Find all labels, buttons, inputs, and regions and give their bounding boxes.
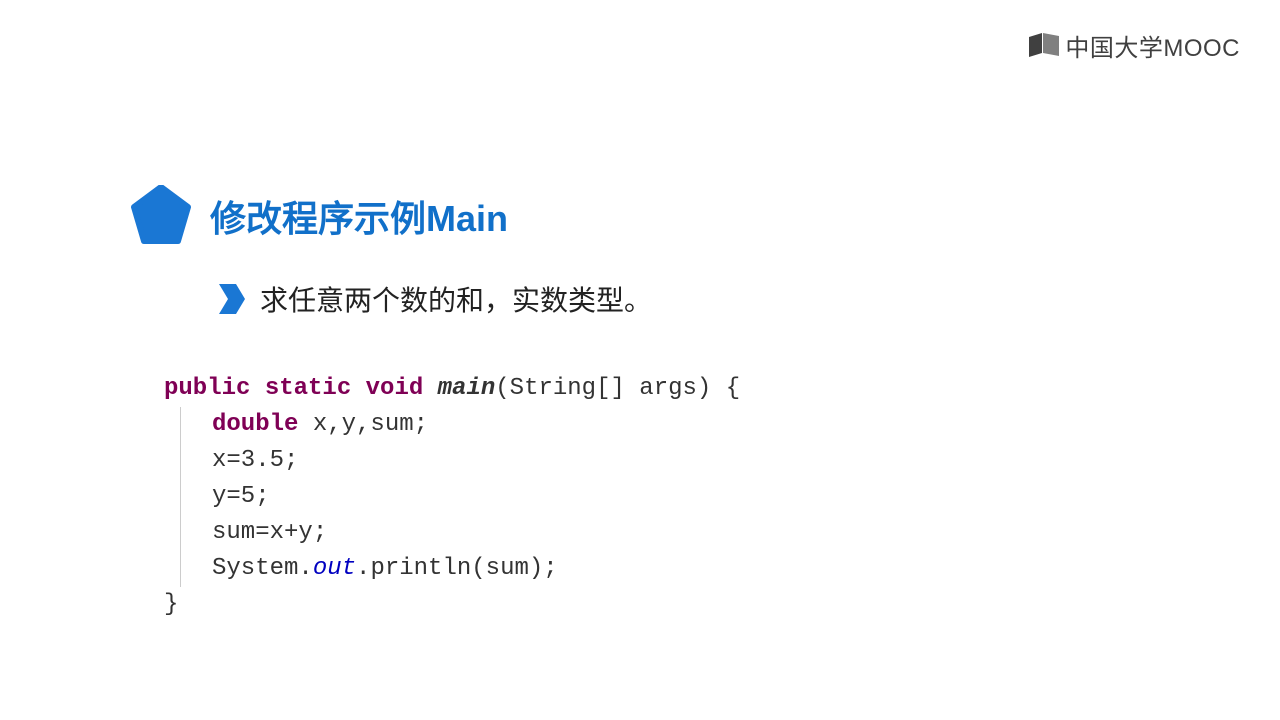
code-text: x,y,sum; — [298, 411, 428, 438]
code-text: y=5; — [212, 483, 270, 510]
code-text: } — [164, 591, 178, 618]
code-line: sum=x+y; — [164, 515, 740, 551]
code-line: System.out.println(sum); — [164, 551, 740, 587]
code-text: .println(sum); — [356, 555, 558, 582]
code-line: x=3.5; — [164, 443, 740, 479]
code-text: System. — [212, 555, 313, 582]
code-text: x=3.5; — [212, 447, 298, 474]
code-text: sum=x+y; — [212, 519, 327, 546]
slide-subtitle: 求任意两个数的和，实数类型。 — [260, 279, 652, 319]
field-out: out — [313, 555, 356, 582]
code-block: public static void main(String[] args) {… — [164, 371, 740, 623]
code-line: y=5; — [164, 479, 740, 515]
brand-text: 中国大学MOOC — [1065, 28, 1240, 63]
code-gutter-line — [180, 407, 181, 587]
chevron-right-icon — [218, 283, 246, 315]
code-line: } — [164, 587, 740, 623]
slide-title: 修改程序示例Main — [210, 190, 508, 242]
pentagon-icon — [130, 185, 192, 247]
book-icon — [1029, 33, 1059, 59]
code-line: public static void main(String[] args) { — [164, 371, 740, 407]
subtitle-row: 求任意两个数的和，实数类型。 — [218, 279, 740, 319]
title-row: 修改程序示例Main — [130, 185, 740, 247]
keyword: public static void — [164, 375, 423, 402]
method-main: main — [438, 375, 496, 402]
brand-logo: 中国大学MOOC — [1029, 28, 1240, 63]
code-line: double x,y,sum; — [164, 407, 740, 443]
keyword: double — [212, 411, 298, 438]
code-text: (String[] args) { — [495, 375, 740, 402]
slide-content: 修改程序示例Main 求任意两个数的和，实数类型。 public static … — [130, 185, 740, 623]
